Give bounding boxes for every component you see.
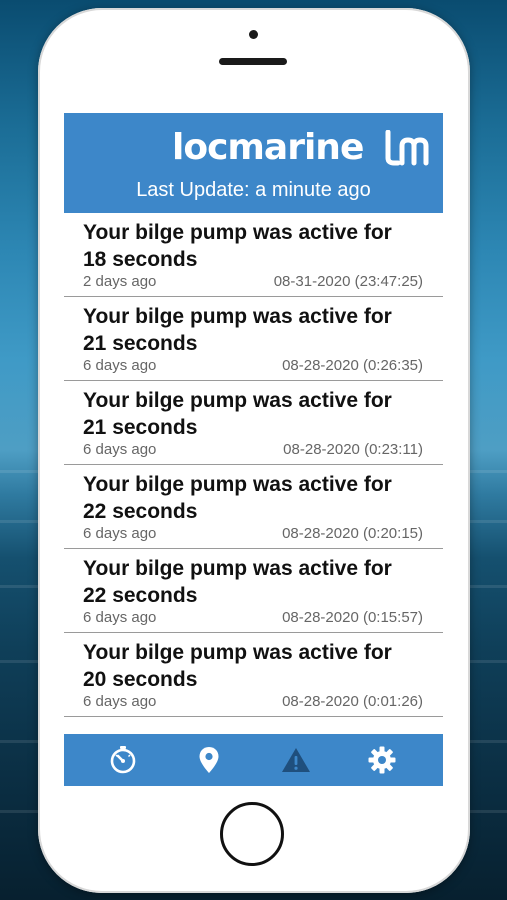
relative-time: 6 days ago bbox=[83, 693, 157, 710]
notification-title: Your bilge pump was active for 21 second… bbox=[83, 305, 392, 355]
front-camera bbox=[249, 30, 258, 39]
stopwatch-icon[interactable] bbox=[107, 744, 139, 776]
relative-time: 6 days ago bbox=[83, 609, 157, 626]
notification-list[interactable]: Your bilge pump was active for 18 second… bbox=[64, 213, 443, 734]
brand-logo: locmarine bbox=[172, 127, 364, 168]
timestamp: 08-28-2020 (0:20:15) bbox=[282, 525, 423, 542]
relative-time: 6 days ago bbox=[83, 525, 157, 542]
timestamp: 08-31-2020 (23:47:25) bbox=[273, 273, 423, 290]
notification-title: Your bilge pump was active for 20 second… bbox=[83, 641, 392, 691]
bottom-tab-bar bbox=[64, 734, 443, 786]
list-item[interactable]: Your bilge pump was active for 21 second… bbox=[64, 297, 443, 381]
timestamp: 08-28-2020 (0:15:57) bbox=[282, 609, 423, 626]
list-item[interactable]: Your bilge pump was active for 20 second… bbox=[64, 633, 443, 717]
relative-time: 6 days ago bbox=[83, 441, 157, 458]
list-item[interactable]: Your bilge pump was active for 22 second… bbox=[64, 549, 443, 633]
relative-time: 2 days ago bbox=[83, 273, 157, 290]
notification-title: Your bilge pump was active for 22 second… bbox=[83, 473, 392, 523]
earpiece-speaker bbox=[219, 58, 287, 65]
brand-mark-icon bbox=[385, 130, 429, 166]
last-update-text: Last Update: a minute ago bbox=[136, 179, 371, 201]
timestamp: 08-28-2020 (0:01:26) bbox=[282, 693, 423, 710]
notification-title: Your bilge pump was active for 18 second… bbox=[83, 221, 392, 271]
notification-title: Your bilge pump was active for 21 second… bbox=[83, 389, 392, 439]
timestamp: 08-28-2020 (0:23:11) bbox=[283, 441, 423, 458]
list-item[interactable]: Your bilge pump was active for 21 second… bbox=[64, 381, 443, 465]
map-pin-icon[interactable] bbox=[193, 744, 225, 776]
gear-icon[interactable] bbox=[366, 744, 398, 776]
notification-title: Your bilge pump was active for 22 second… bbox=[83, 557, 392, 607]
list-item[interactable]: Your bilge pump was active for 18 second… bbox=[64, 213, 443, 297]
list-item[interactable]: Your bilge pump was active for 22 second… bbox=[64, 465, 443, 549]
app-screen: locmarine Last Update: a minute ago Your… bbox=[64, 113, 443, 786]
relative-time: 6 days ago bbox=[83, 357, 157, 374]
timestamp: 08-28-2020 (0:26:35) bbox=[282, 357, 423, 374]
app-header: locmarine Last Update: a minute ago bbox=[64, 113, 443, 213]
home-button[interactable] bbox=[220, 802, 284, 866]
warning-icon[interactable] bbox=[280, 744, 312, 776]
